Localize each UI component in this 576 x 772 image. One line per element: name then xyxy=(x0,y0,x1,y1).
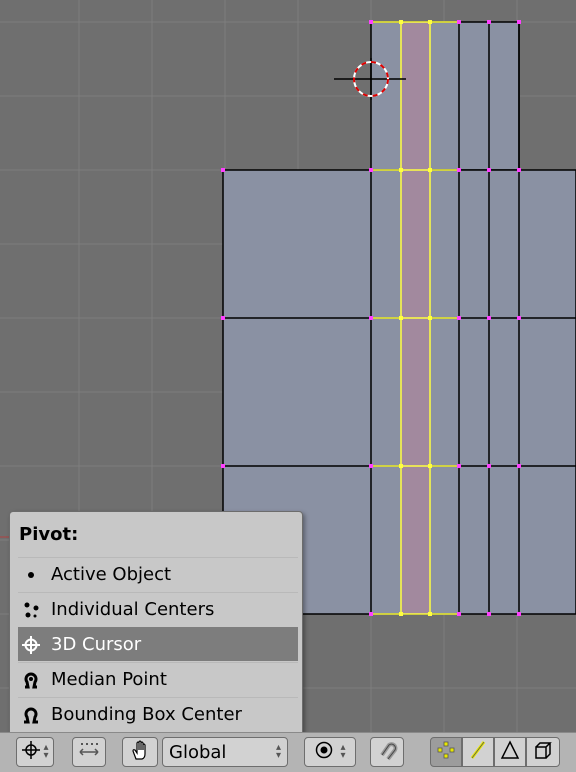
vertex-select-mode-button[interactable] xyxy=(430,737,462,767)
transform-manipulator-button[interactable] xyxy=(122,737,158,767)
individual-centers-icon xyxy=(19,598,43,622)
occlude-geometry-button[interactable] xyxy=(526,737,560,767)
grid-arrows-icon xyxy=(78,741,100,763)
proportional-edit-button[interactable]: ▴ ▾ xyxy=(304,737,356,767)
pivot-item-3d-cursor[interactable]: 3D Cursor xyxy=(18,627,298,661)
pivot-item-label: Active Object xyxy=(51,564,172,585)
pivot-item-individual-centers[interactable]: Individual Centers xyxy=(18,592,298,626)
face-select-mode-button[interactable] xyxy=(494,737,526,767)
viewport-header: ▴ ▾ Global ▴ ▾ ▴ ▾ xyxy=(0,732,576,772)
snap-toggle-button[interactable] xyxy=(370,737,404,767)
cursor-crosshair-icon xyxy=(19,633,43,657)
transform-orientation-select[interactable]: Global ▴ ▾ xyxy=(162,737,288,767)
pivot-item-label: 3D Cursor xyxy=(51,634,142,655)
dot-icon xyxy=(19,563,43,587)
cube-icon xyxy=(533,740,553,764)
pivot-item-label: Bounding Box Center xyxy=(51,704,242,725)
manipulator-center-points-button[interactable] xyxy=(72,737,106,767)
pivot-item-median-point[interactable]: Median Point xyxy=(18,662,298,696)
pivot-item-label: Median Point xyxy=(51,669,167,690)
pivot-item-bounding-box-center[interactable]: Bounding Box Center xyxy=(18,697,298,731)
vertex-select-icon xyxy=(436,740,456,764)
proportional-edit-icon xyxy=(314,740,334,764)
median-point-icon xyxy=(19,668,43,692)
pivot-item-label: Individual Centers xyxy=(51,599,215,620)
mesh-top-column xyxy=(370,21,520,171)
select-arrows-icon: ▴ ▾ xyxy=(275,742,281,761)
pivot-menu-title: Pivot: xyxy=(19,524,79,545)
edge-select-mode-button[interactable] xyxy=(462,737,494,767)
bounding-box-icon xyxy=(19,703,43,727)
cursor-crosshair-icon xyxy=(21,740,41,764)
pivot-menu: Pivot: Active Object Individual Centers … xyxy=(9,511,303,739)
edge-select-icon xyxy=(468,740,488,764)
pivot-item-active-object[interactable]: Active Object xyxy=(18,557,298,591)
magnet-icon xyxy=(376,739,398,765)
orientation-label: Global xyxy=(169,741,227,763)
pivot-menu-button[interactable]: ▴ ▾ xyxy=(16,737,54,767)
hand-icon xyxy=(129,739,151,765)
face-select-icon xyxy=(500,740,520,764)
